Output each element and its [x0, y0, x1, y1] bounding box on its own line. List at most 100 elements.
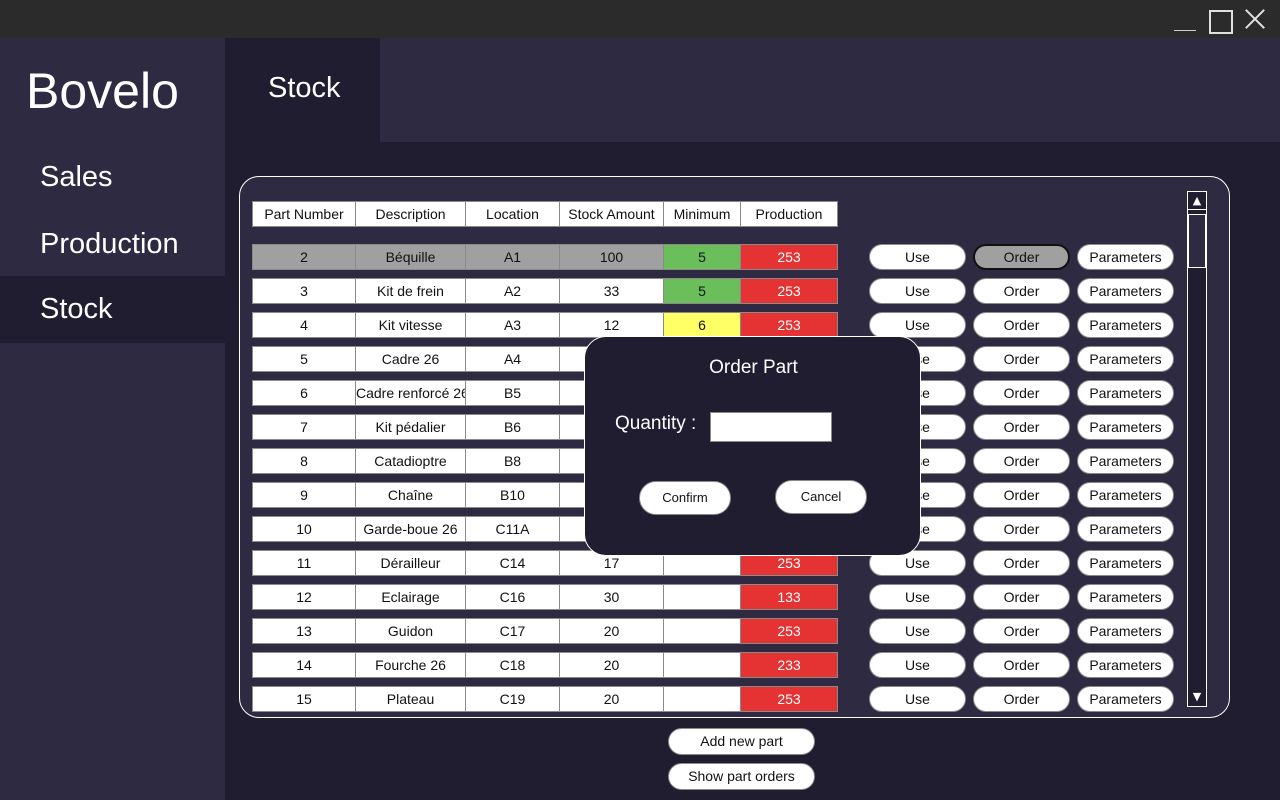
cell-minimum[interactable]: 5: [663, 244, 741, 270]
cell-production[interactable]: 253: [740, 618, 838, 644]
scroll-down-icon[interactable]: ▼: [1188, 688, 1206, 706]
parameters-button[interactable]: Parameters: [1077, 618, 1174, 644]
cell-part-number[interactable]: 4: [252, 312, 356, 338]
cell-production[interactable]: 253: [740, 244, 838, 270]
use-button[interactable]: Use: [869, 652, 966, 678]
column-header-description[interactable]: Description: [355, 201, 466, 227]
parameters-button[interactable]: Parameters: [1077, 414, 1174, 440]
cell-description[interactable]: Kit vitesse: [355, 312, 466, 338]
cell-description[interactable]: Fourche 26: [355, 652, 466, 678]
parameters-button[interactable]: Parameters: [1077, 278, 1174, 304]
sidebar-item-production[interactable]: Production: [0, 211, 225, 278]
cell-location[interactable]: C19: [465, 686, 560, 712]
order-button[interactable]: Order: [973, 380, 1070, 406]
order-button[interactable]: Order: [973, 618, 1070, 644]
add-new-part-button[interactable]: Add new part: [668, 728, 815, 755]
cell-production[interactable]: 253: [740, 312, 838, 338]
cell-description[interactable]: Guidon: [355, 618, 466, 644]
show-part-orders-button[interactable]: Show part orders: [668, 763, 815, 790]
cell-location[interactable]: B5: [465, 380, 560, 406]
order-button[interactable]: Order: [973, 652, 1070, 678]
use-button[interactable]: Use: [869, 312, 966, 338]
cell-description[interactable]: Garde-boue 26: [355, 516, 466, 542]
close-icon[interactable]: [1236, 0, 1272, 38]
order-button[interactable]: Order: [973, 584, 1070, 610]
parameters-button[interactable]: Parameters: [1077, 482, 1174, 508]
cell-location[interactable]: C16: [465, 584, 560, 610]
use-button[interactable]: Use: [869, 584, 966, 610]
cell-stock-amount[interactable]: 33: [559, 278, 664, 304]
cell-stock-amount[interactable]: 30: [559, 584, 664, 610]
cell-part-number[interactable]: 2: [252, 244, 356, 270]
cell-part-number[interactable]: 8: [252, 448, 356, 474]
cell-stock-amount[interactable]: 12: [559, 312, 664, 338]
parameters-button[interactable]: Parameters: [1077, 584, 1174, 610]
cell-description[interactable]: Kit pédalier: [355, 414, 466, 440]
column-header-minimum[interactable]: Minimum: [663, 201, 741, 227]
order-button[interactable]: Order: [973, 550, 1070, 576]
cell-stock-amount[interactable]: 20: [559, 652, 664, 678]
cell-production[interactable]: 133: [740, 584, 838, 610]
order-button[interactable]: Order: [973, 346, 1070, 372]
minimize-icon[interactable]: [1166, 0, 1202, 38]
cell-production[interactable]: 253: [740, 686, 838, 712]
cell-location[interactable]: C18: [465, 652, 560, 678]
cell-location[interactable]: B8: [465, 448, 560, 474]
order-button[interactable]: Order: [973, 482, 1070, 508]
cell-part-number[interactable]: 10: [252, 516, 356, 542]
parameters-button[interactable]: Parameters: [1077, 346, 1174, 372]
cell-production[interactable]: 253: [740, 278, 838, 304]
order-button[interactable]: Order: [973, 414, 1070, 440]
parameters-button[interactable]: Parameters: [1077, 550, 1174, 576]
cell-minimum[interactable]: 5: [663, 278, 741, 304]
sidebar-item-stock[interactable]: Stock: [0, 276, 225, 343]
cell-part-number[interactable]: 12: [252, 584, 356, 610]
cell-location[interactable]: C17: [465, 618, 560, 644]
scroll-up-icon[interactable]: ▲: [1188, 192, 1206, 210]
cell-description[interactable]: Béquille: [355, 244, 466, 270]
use-button[interactable]: Use: [869, 686, 966, 712]
order-button[interactable]: Order: [973, 516, 1070, 542]
parameters-button[interactable]: Parameters: [1077, 516, 1174, 542]
cell-description[interactable]: Chaîne: [355, 482, 466, 508]
cell-location[interactable]: A4: [465, 346, 560, 372]
cell-description[interactable]: Eclairage: [355, 584, 466, 610]
parameters-button[interactable]: Parameters: [1077, 652, 1174, 678]
column-header-stock-amount[interactable]: Stock Amount: [559, 201, 664, 227]
cell-minimum[interactable]: [663, 584, 741, 610]
order-button[interactable]: Order: [973, 448, 1070, 474]
cell-description[interactable]: Dérailleur: [355, 550, 466, 576]
cell-part-number[interactable]: 15: [252, 686, 356, 712]
parameters-button[interactable]: Parameters: [1077, 380, 1174, 406]
cell-minimum[interactable]: [663, 686, 741, 712]
cell-minimum[interactable]: [663, 652, 741, 678]
cancel-button[interactable]: Cancel: [775, 480, 867, 514]
scroll-thumb[interactable]: [1188, 214, 1206, 268]
cell-stock-amount[interactable]: 20: [559, 686, 664, 712]
quantity-input[interactable]: [710, 412, 832, 442]
parameters-button[interactable]: Parameters: [1077, 686, 1174, 712]
cell-stock-amount[interactable]: 100: [559, 244, 664, 270]
cell-description[interactable]: Cadre renforcé 26: [355, 380, 466, 406]
use-button[interactable]: Use: [869, 244, 966, 270]
order-button[interactable]: Order: [973, 686, 1070, 712]
cell-part-number[interactable]: 5: [252, 346, 356, 372]
cell-minimum[interactable]: 6: [663, 312, 741, 338]
column-header-location[interactable]: Location: [465, 201, 560, 227]
parameters-button[interactable]: Parameters: [1077, 244, 1174, 270]
cell-part-number[interactable]: 13: [252, 618, 356, 644]
cell-stock-amount[interactable]: 20: [559, 618, 664, 644]
sidebar-item-sales[interactable]: Sales: [0, 144, 225, 211]
column-header-production[interactable]: Production: [740, 201, 838, 227]
cell-location[interactable]: A1: [465, 244, 560, 270]
parameters-button[interactable]: Parameters: [1077, 448, 1174, 474]
cell-location[interactable]: A3: [465, 312, 560, 338]
cell-description[interactable]: Catadioptre: [355, 448, 466, 474]
table-scrollbar[interactable]: ▲ ▼: [1187, 191, 1207, 707]
confirm-button[interactable]: Confirm: [639, 481, 731, 515]
column-header-part-number[interactable]: Part Number: [252, 201, 356, 227]
cell-part-number[interactable]: 9: [252, 482, 356, 508]
cell-location[interactable]: C11A: [465, 516, 560, 542]
parameters-button[interactable]: Parameters: [1077, 312, 1174, 338]
cell-part-number[interactable]: 3: [252, 278, 356, 304]
